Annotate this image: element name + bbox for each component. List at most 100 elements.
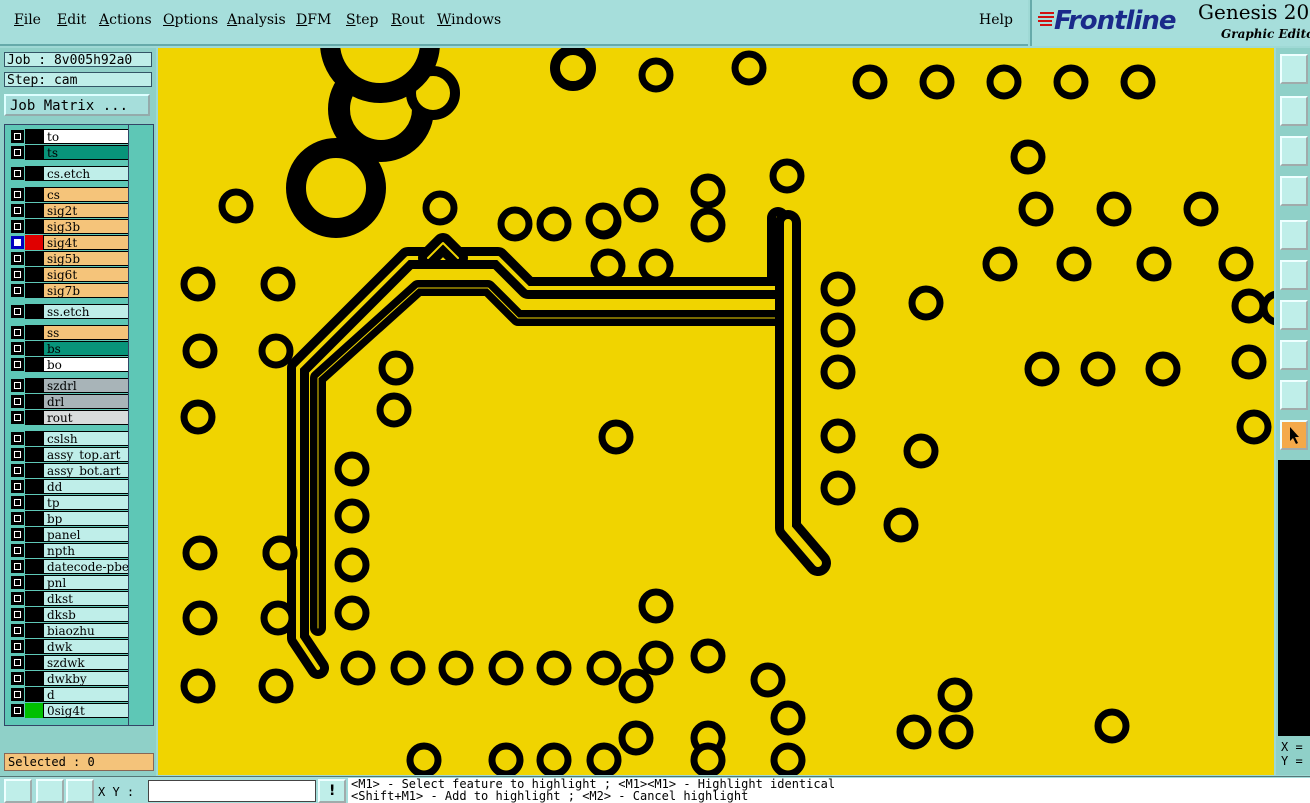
layer-row-d[interactable]: d <box>9 687 129 702</box>
layer-name[interactable]: pnl <box>43 575 129 590</box>
layer-name[interactable]: cslsh <box>43 431 129 446</box>
layer-name[interactable]: ss <box>43 325 129 340</box>
layer-name[interactable]: 0sig4t <box>43 703 129 718</box>
layer-color-swatch[interactable] <box>25 219 43 234</box>
layer-color-swatch[interactable] <box>25 671 43 686</box>
layer-row-bo[interactable]: bo <box>9 357 129 372</box>
layer-row-sig7b[interactable]: sig7b <box>9 283 129 298</box>
layer-checkbox[interactable] <box>11 512 24 525</box>
layer-color-swatch[interactable] <box>25 559 43 574</box>
layer-row-panel[interactable]: panel <box>9 527 129 542</box>
layer-row-dd[interactable]: dd <box>9 479 129 494</box>
layer-color-swatch[interactable] <box>25 543 43 558</box>
layer-row-ss.etch[interactable]: ss.etch <box>9 304 129 319</box>
layer-checkbox[interactable] <box>11 305 24 318</box>
layer-checkbox[interactable] <box>11 464 24 477</box>
layer-name[interactable]: bo <box>43 357 129 372</box>
layer-color-swatch[interactable] <box>25 591 43 606</box>
layer-color-swatch[interactable] <box>25 607 43 622</box>
layer-row-bp[interactable]: bp <box>9 511 129 526</box>
layer-row-ss[interactable]: ss <box>9 325 129 340</box>
xy-input[interactable] <box>148 780 316 802</box>
layer-checkbox[interactable] <box>11 544 24 557</box>
layer-color-swatch[interactable] <box>25 687 43 702</box>
layer-name[interactable]: assy_top.art <box>43 447 129 462</box>
layer-name[interactable]: npth <box>43 543 129 558</box>
layer-row-npth[interactable]: npth <box>9 543 129 558</box>
layer-name[interactable]: dwk <box>43 639 129 654</box>
layer-name[interactable]: sig5b <box>43 251 129 266</box>
layer-color-swatch[interactable] <box>25 463 43 478</box>
layer-color-swatch[interactable] <box>25 410 43 425</box>
layer-row-dksb[interactable]: dksb <box>9 607 129 622</box>
layer-name[interactable]: ss.etch <box>43 304 129 319</box>
layer-row-dwkby[interactable]: dwkby <box>9 671 129 686</box>
layer-checkbox[interactable] <box>11 528 24 541</box>
measure-icon[interactable] <box>1280 176 1308 206</box>
layer-checkbox[interactable] <box>11 268 24 281</box>
layer-name[interactable]: bs <box>43 341 129 356</box>
layer-color-swatch[interactable] <box>25 447 43 462</box>
layer-checkbox[interactable] <box>11 130 24 143</box>
layer-checkbox[interactable] <box>11 704 24 717</box>
layer-row-drl[interactable]: drl <box>9 394 129 409</box>
layer-row-0sig4t[interactable]: 0sig4t <box>9 703 129 718</box>
pcb-artwork[interactable] <box>158 48 1274 775</box>
layer-name[interactable]: biaozhu <box>43 623 129 638</box>
layer-name[interactable]: cs <box>43 187 129 202</box>
layer-color-swatch[interactable] <box>25 304 43 319</box>
layer-checkbox[interactable] <box>11 576 24 589</box>
layer-color-swatch[interactable] <box>25 357 43 372</box>
layer-color-swatch[interactable] <box>25 166 43 181</box>
layer-row-to[interactable]: to <box>9 129 129 144</box>
layer-name[interactable]: sig2t <box>43 203 129 218</box>
layer-color-swatch[interactable] <box>25 394 43 409</box>
layer-name[interactable]: sig6t <box>43 267 129 282</box>
layer-color-swatch[interactable] <box>25 341 43 356</box>
layer-color-swatch[interactable] <box>25 129 43 144</box>
grid-icon[interactable] <box>66 779 94 803</box>
layer-checkbox[interactable] <box>11 342 24 355</box>
layer-color-swatch[interactable] <box>25 187 43 202</box>
layer-checkbox[interactable] <box>11 358 24 371</box>
layer-row-biaozhu[interactable]: biaozhu <box>9 623 129 638</box>
measure-tool-icon[interactable] <box>36 779 64 803</box>
layer-color-swatch[interactable] <box>25 575 43 590</box>
layer-row-cs.etch[interactable]: cs.etch <box>9 166 129 181</box>
layer-checkbox[interactable] <box>11 326 24 339</box>
layer-checkbox[interactable] <box>11 448 24 461</box>
layer-row-datecode-pbe[interactable]: datecode-pbe <box>9 559 129 574</box>
layer-checkbox[interactable] <box>11 284 24 297</box>
layer-checkbox[interactable] <box>11 608 24 621</box>
layer-name[interactable]: sig3b <box>43 219 129 234</box>
layer-name[interactable]: dd <box>43 479 129 494</box>
layer-row-assy_top.art[interactable]: assy_top.art <box>9 447 129 462</box>
layer-checkbox[interactable] <box>11 379 24 392</box>
layer-row-bs[interactable]: bs <box>9 341 129 356</box>
layer-color-swatch[interactable] <box>25 378 43 393</box>
layer-row-tp[interactable]: tp <box>9 495 129 510</box>
layer-color-swatch[interactable] <box>25 283 43 298</box>
layer-name[interactable]: panel <box>43 527 129 542</box>
layer-row-dkst[interactable]: dkst <box>9 591 129 606</box>
alert-icon[interactable]: ! <box>318 779 346 803</box>
layer-checkbox[interactable] <box>11 252 24 265</box>
graphic-editor-canvas[interactable] <box>158 48 1274 775</box>
layer-row-sig2t[interactable]: sig2t <box>9 203 129 218</box>
layer-checkbox[interactable] <box>11 688 24 701</box>
layer-color-swatch[interactable] <box>25 639 43 654</box>
layer-color-swatch[interactable] <box>25 623 43 638</box>
snap-icon[interactable] <box>1280 260 1308 290</box>
layer-name[interactable]: dkst <box>43 591 129 606</box>
layer-color-swatch[interactable] <box>25 703 43 718</box>
layer-name[interactable]: cs.etch <box>43 166 129 181</box>
layer-checkbox[interactable] <box>11 624 24 637</box>
zoom-window-icon[interactable] <box>1280 96 1308 126</box>
line-icon[interactable] <box>1280 300 1308 330</box>
layer-color-swatch[interactable] <box>25 251 43 266</box>
layer-color-swatch[interactable] <box>25 511 43 526</box>
layer-name[interactable]: ts <box>43 145 129 160</box>
layer-name[interactable]: datecode-pbe <box>43 559 129 574</box>
layer-color-swatch[interactable] <box>25 145 43 160</box>
menu-file[interactable]: File <box>14 12 41 28</box>
